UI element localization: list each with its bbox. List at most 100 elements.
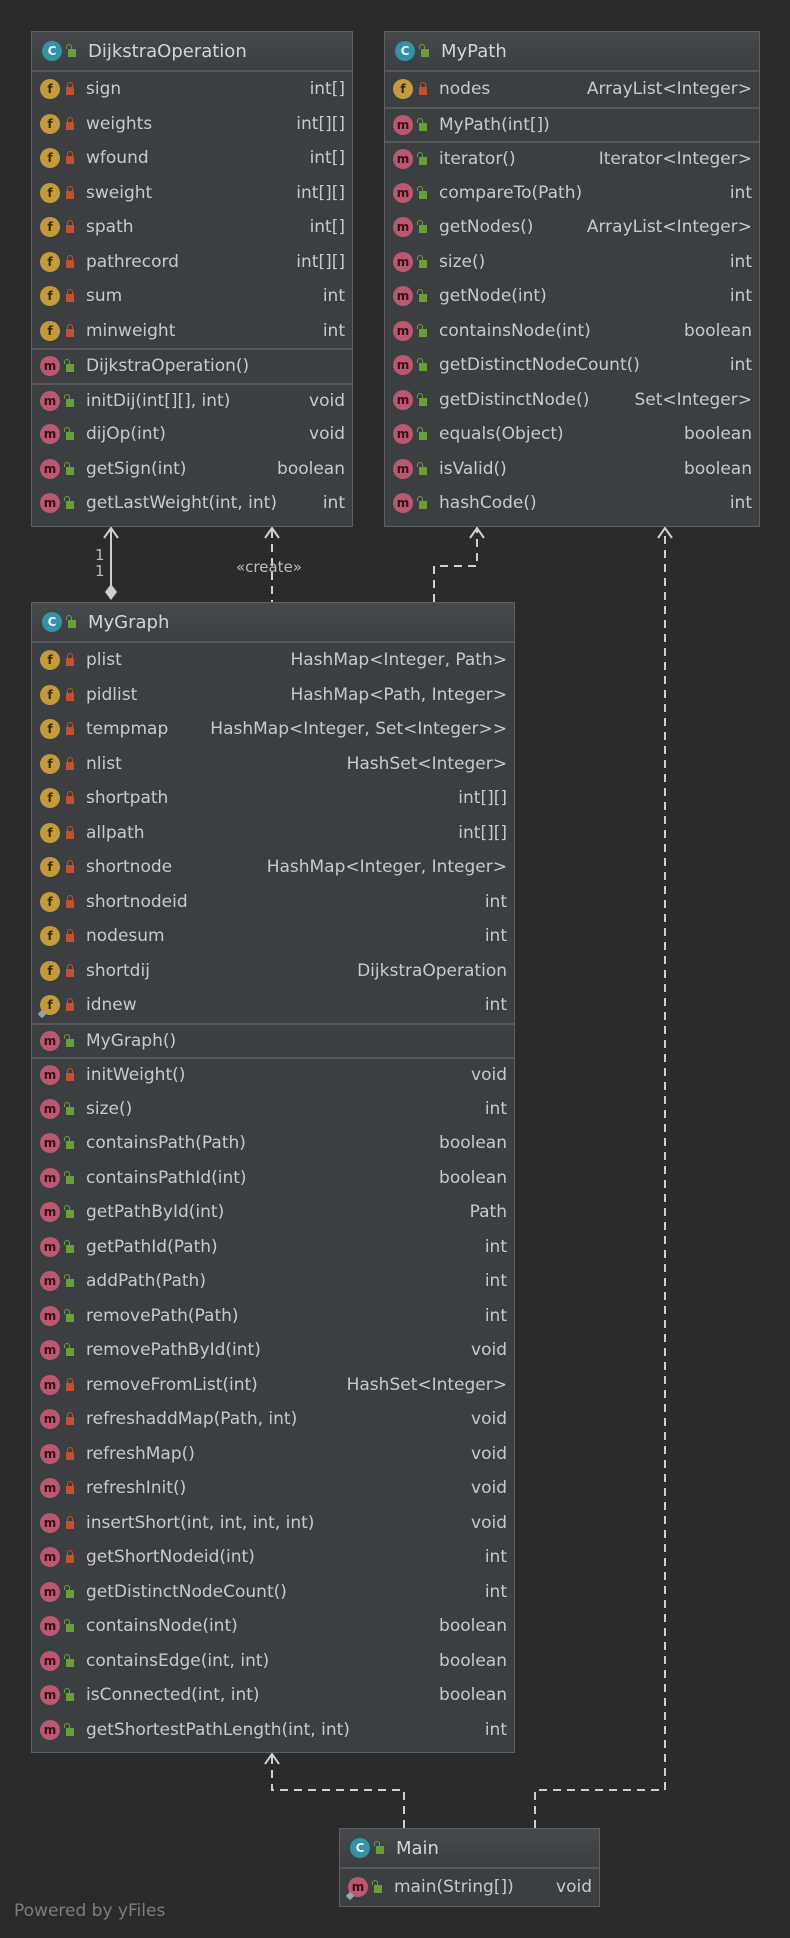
field-row[interactable]: f shortpath int[][]: [32, 781, 514, 816]
method-row[interactable]: m getSign(int) boolean: [32, 452, 352, 487]
member-type: boolean: [439, 1650, 507, 1671]
class-my-path[interactable]: C MyPath f nodes ArrayList<Integer> m MyPath(i…: [384, 31, 760, 527]
member-type: HashMap<Path, Integer>: [290, 684, 507, 705]
private-lock-icon: [66, 1377, 74, 1391]
public-lock-icon: [417, 392, 427, 406]
method-row[interactable]: m DijkstraOperation(): [32, 348, 352, 383]
method-row[interactable]: m refreshMap() void: [32, 1437, 514, 1472]
class-header[interactable]: C Main: [340, 1829, 599, 1869]
method-row[interactable]: m containsEdge(int, int) boolean: [32, 1644, 514, 1679]
method-row[interactable]: m removePath(Path) int: [32, 1299, 514, 1334]
method-row[interactable]: m MyGraph(): [32, 1022, 514, 1058]
method-row[interactable]: m removePathById(int) void: [32, 1333, 514, 1368]
field-icon: f: [40, 684, 60, 705]
method-row[interactable]: m compareTo(Path) int: [385, 176, 759, 211]
method-icon: m: [40, 1409, 60, 1430]
member-type: ArrayList<Integer>: [586, 79, 752, 100]
method-row[interactable]: m initDij(int[][], int) void: [32, 382, 352, 418]
class-header[interactable]: C MyGraph: [32, 603, 514, 643]
private-lock-icon: [66, 963, 74, 977]
method-row[interactable]: m refreshaddMap(Path, int) void: [32, 1402, 514, 1437]
member-type: void: [471, 1409, 507, 1430]
private-lock-icon: [66, 1481, 74, 1495]
method-row[interactable]: m insertShort(int, int, int, int) void: [32, 1506, 514, 1541]
method-row[interactable]: m MyPath(int[]): [385, 106, 759, 142]
member-name: getPathById(int): [86, 1202, 225, 1223]
method-row[interactable]: m isValid() boolean: [385, 452, 759, 487]
field-row[interactable]: f tempmap HashMap<Integer, Set<Integer>>: [32, 712, 514, 747]
member-type: HashMap<Integer, Set<Integer>>: [210, 719, 507, 740]
field-row[interactable]: f idnew int: [32, 988, 514, 1023]
method-row[interactable]: m addPath(Path) int: [32, 1264, 514, 1299]
field-row[interactable]: f sweight int[][]: [32, 176, 352, 211]
method-row[interactable]: m containsPath(Path) boolean: [32, 1126, 514, 1161]
method-row[interactable]: m getLastWeight(int, int) int: [32, 486, 352, 521]
class-header[interactable]: C MyPath: [385, 32, 759, 72]
class-my-graph[interactable]: C MyGraph f plist HashMap<Integer, Path> f pid…: [31, 602, 515, 1753]
method-row[interactable]: m getShortestPathLength(int, int) int: [32, 1713, 514, 1748]
class-main[interactable]: C Main m main(String[]) void: [339, 1828, 600, 1907]
method-row[interactable]: m dijOp(int) void: [32, 417, 352, 452]
method-row[interactable]: m size() int: [32, 1092, 514, 1127]
method-row[interactable]: m equals(Object) boolean: [385, 417, 759, 452]
field-row[interactable]: f nodesum int: [32, 919, 514, 954]
member-name: nodesum: [86, 926, 165, 947]
field-row[interactable]: f weights int[][]: [32, 107, 352, 142]
method-row[interactable]: m refreshInit() void: [32, 1471, 514, 1506]
field-row[interactable]: f plist HashMap<Integer, Path>: [32, 643, 514, 678]
field-row[interactable]: f pidlist HashMap<Path, Integer>: [32, 678, 514, 713]
method-row[interactable]: m getNodes() ArrayList<Integer>: [385, 210, 759, 245]
method-row[interactable]: m getShortNodeid(int) int: [32, 1540, 514, 1575]
method-row[interactable]: m main(String[]) void: [340, 1869, 599, 1905]
field-row[interactable]: f sum int: [32, 279, 352, 314]
method-row[interactable]: m getPathId(Path) int: [32, 1230, 514, 1265]
field-row[interactable]: f nodes ArrayList<Integer>: [385, 72, 759, 107]
method-row[interactable]: m getDistinctNodeCount() int: [385, 348, 759, 383]
field-row[interactable]: f sign int[]: [32, 72, 352, 107]
member-type: void: [471, 1478, 507, 1499]
field-row[interactable]: f wfound int[]: [32, 141, 352, 176]
field-row[interactable]: f shortdij DijkstraOperation: [32, 954, 514, 989]
method-icon: m: [40, 1065, 60, 1086]
field-row[interactable]: f nlist HashSet<Integer>: [32, 747, 514, 782]
member-type: int: [484, 926, 507, 947]
method-icon: m: [393, 389, 413, 410]
method-row[interactable]: m size() int: [385, 245, 759, 280]
method-row[interactable]: m containsNode(int) boolean: [385, 314, 759, 349]
method-row[interactable]: m containsNode(int) boolean: [32, 1609, 514, 1644]
field-row[interactable]: f allpath int[][]: [32, 816, 514, 851]
method-icon: m: [40, 1581, 60, 1602]
method-icon: m: [40, 1512, 60, 1533]
field-row[interactable]: f spath int[]: [32, 210, 352, 245]
member-name: wfound: [86, 148, 149, 169]
member-name: sign: [86, 79, 122, 100]
method-row[interactable]: m initWeight() void: [32, 1057, 514, 1092]
method-icon: m: [40, 1547, 60, 1568]
method-row[interactable]: m getPathById(int) Path: [32, 1195, 514, 1230]
class-dijkstra-operation[interactable]: C DijkstraOperation f sign int[] f weights int[…: [31, 31, 353, 527]
public-lock-icon: [417, 358, 427, 372]
field-row[interactable]: f minweight int: [32, 314, 352, 349]
method-row[interactable]: m getDistinctNodeCount() int: [32, 1575, 514, 1610]
public-lock-icon: [66, 615, 76, 628]
field-row[interactable]: f shortnodeid int: [32, 885, 514, 920]
method-row[interactable]: m iterator() Iterator<Integer>: [385, 141, 759, 176]
public-lock-icon: [64, 1136, 74, 1150]
method-icon: m: [393, 286, 413, 307]
class-icon: C: [350, 1838, 370, 1858]
field-row[interactable]: f pathrecord int[][]: [32, 245, 352, 280]
method-row[interactable]: m getNode(int) int: [385, 279, 759, 314]
field-row[interactable]: f shortnode HashMap<Integer, Integer>: [32, 850, 514, 885]
main-graph-dependency-line: [271, 1756, 405, 1828]
method-row[interactable]: m getDistinctNode() Set<Integer>: [385, 383, 759, 418]
class-header[interactable]: C DijkstraOperation: [32, 32, 352, 72]
member-name: minweight: [86, 320, 176, 341]
method-row[interactable]: m removeFromList(int) HashSet<Integer>: [32, 1368, 514, 1403]
member-name: refreshMap(): [86, 1443, 195, 1464]
method-row[interactable]: m isConnected(int, int) boolean: [32, 1678, 514, 1713]
public-lock-icon: [417, 427, 427, 441]
method-row[interactable]: m hashCode() int: [385, 486, 759, 521]
method-row[interactable]: m containsPathId(int) boolean: [32, 1161, 514, 1196]
create-stereotype-label: «create»: [236, 558, 302, 576]
method-icon: m: [40, 1167, 60, 1188]
